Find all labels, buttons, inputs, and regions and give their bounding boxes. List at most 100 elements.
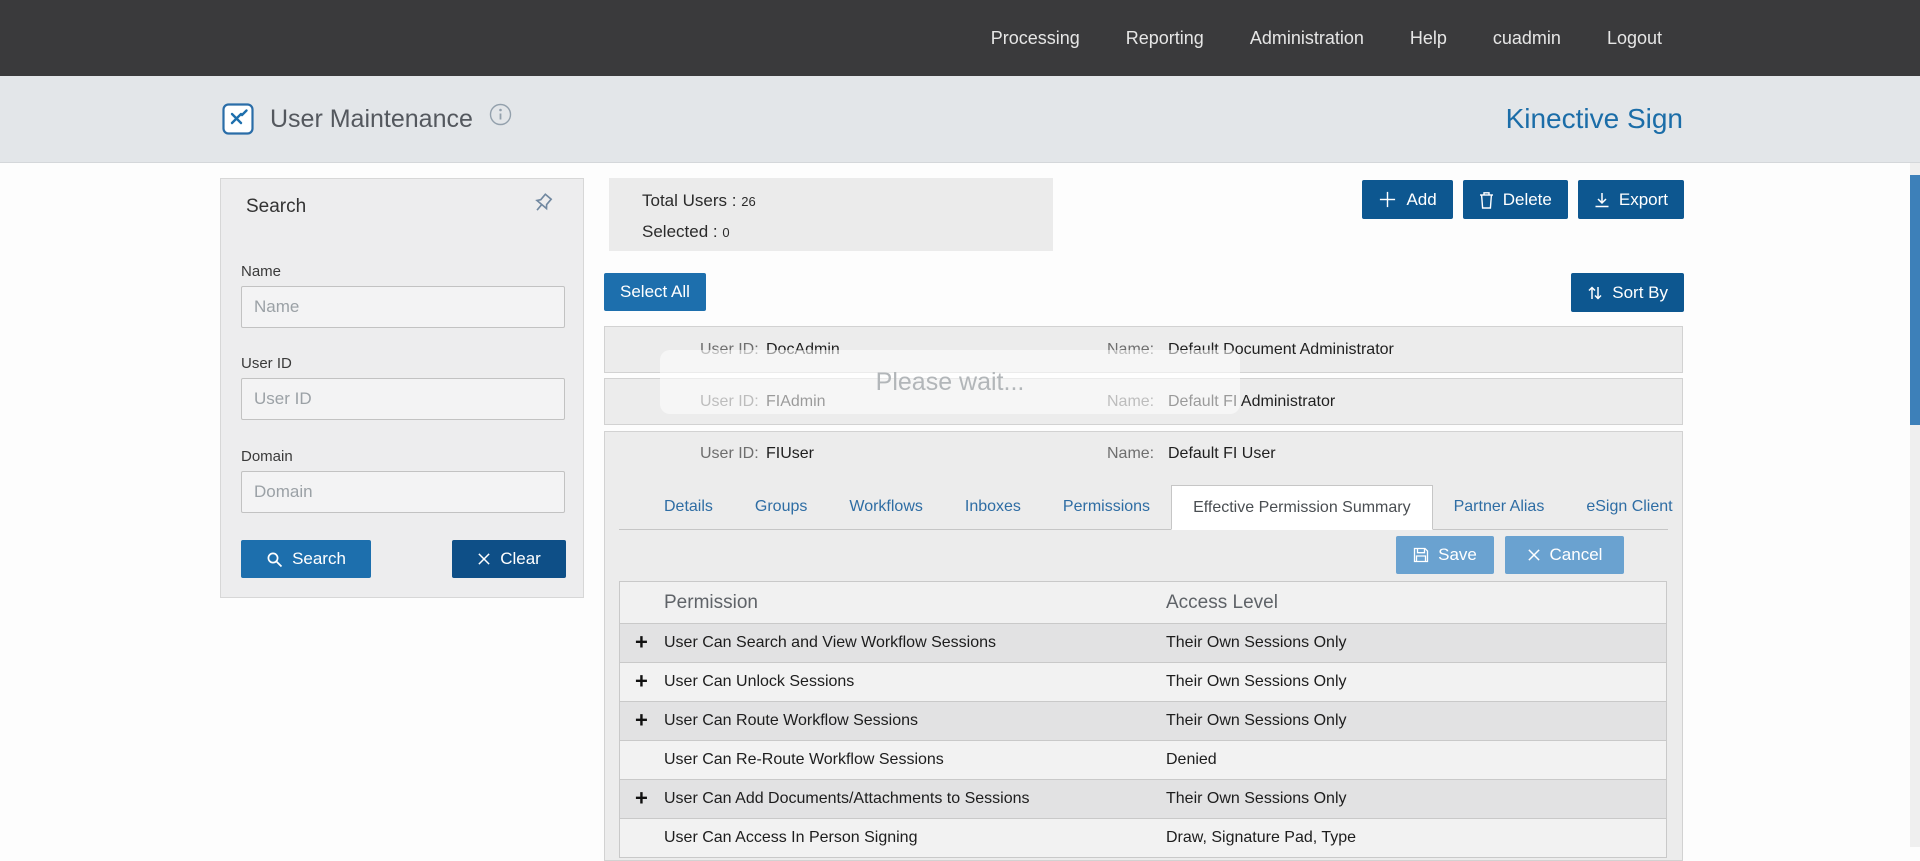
export-button[interactable]: Export: [1577, 180, 1684, 219]
add-button[interactable]: Add: [1362, 180, 1453, 219]
sort-by-label: Sort By: [1612, 282, 1668, 302]
export-button-label: Export: [1618, 189, 1668, 209]
domain-input[interactable]: [241, 471, 565, 513]
nav-processing[interactable]: Processing: [991, 28, 1080, 49]
total-users-label: Total Users :: [642, 191, 737, 210]
clear-button-label: Clear: [500, 549, 541, 568]
search-button[interactable]: Search: [241, 540, 371, 578]
expand-plus-icon[interactable]: +: [635, 670, 648, 693]
cancel-button[interactable]: Cancel: [1505, 536, 1624, 574]
permission-row[interactable]: + User Can Search and View Workflow Sess…: [619, 624, 1667, 663]
delete-button-label: Delete: [1502, 189, 1552, 209]
name-value: Default FI User: [1168, 445, 1276, 462]
top-navigation-bar: Processing Reporting Administration Help…: [0, 0, 1920, 76]
permissions-table-header: Permission Access Level: [619, 581, 1667, 624]
cancel-x-icon: [1527, 548, 1541, 562]
vertical-scrollbar[interactable]: [1910, 163, 1920, 847]
access-level: Their Own Sessions Only: [1166, 673, 1347, 690]
save-button-label: Save: [1438, 545, 1477, 564]
nav-reporting[interactable]: Reporting: [1126, 28, 1204, 49]
permission-row[interactable]: + User Can Unlock Sessions Their Own Ses…: [619, 663, 1667, 702]
tab-esign-client[interactable]: eSign Client: [1565, 485, 1693, 529]
expand-plus-icon[interactable]: +: [635, 631, 648, 654]
user-detail-panel: User ID: FIUser Name: Default FI User De…: [604, 431, 1683, 861]
selected-line: Selected : 0: [642, 217, 1053, 248]
delete-button[interactable]: Delete: [1462, 180, 1568, 219]
tab-permissions[interactable]: Permissions: [1042, 485, 1171, 529]
userid-input[interactable]: [241, 378, 565, 420]
permission-row[interactable]: + User Can Access In Person Signing Draw…: [619, 819, 1667, 858]
floppy-save-icon: [1413, 547, 1429, 563]
permission-column-header: Permission: [664, 591, 758, 613]
user-id-label: User ID:: [700, 445, 759, 462]
name-field-label: Name: [241, 263, 282, 280]
save-button[interactable]: Save: [1396, 536, 1494, 574]
nav-username[interactable]: cuadmin: [1493, 28, 1561, 49]
name-label: Name:: [1107, 445, 1155, 462]
add-button-label: Add: [1406, 189, 1437, 209]
please-wait-overlay: Please wait...: [660, 350, 1240, 414]
detail-tab-bar: Details Groups Workflows Inboxes Permiss…: [619, 485, 1673, 530]
search-button-label: Search: [292, 549, 346, 568]
name-input[interactable]: [241, 286, 565, 328]
access-level: Their Own Sessions Only: [1166, 712, 1347, 729]
access-level: Their Own Sessions Only: [1166, 634, 1347, 651]
permission-name: User Can Search and View Workflow Sessio…: [664, 634, 996, 651]
plus-icon: [1378, 190, 1397, 209]
pin-icon[interactable]: [531, 191, 555, 220]
permission-name: User Can Add Documents/Attachments to Se…: [664, 790, 1030, 807]
stats-box: Total Users : 26 Selected : 0: [609, 178, 1053, 251]
permissions-table: Permission Access Level + User Can Searc…: [619, 581, 1667, 858]
permission-row[interactable]: + User Can Route Workflow Sessions Their…: [619, 702, 1667, 741]
access-level: Draw, Signature Pad, Type: [1166, 829, 1357, 846]
tab-inboxes[interactable]: Inboxes: [944, 485, 1042, 529]
userid-field-label: User ID: [241, 355, 292, 372]
nav-logout[interactable]: Logout: [1607, 28, 1662, 49]
expand-plus-icon[interactable]: +: [635, 787, 648, 810]
permission-name: User Can Access In Person Signing: [664, 829, 918, 846]
sort-arrows-icon: [1587, 285, 1603, 301]
user-actions-toolbar: Add Delete Export: [1362, 180, 1684, 219]
scrollbar-thumb[interactable]: [1910, 175, 1920, 425]
user-id-value: FIUser: [766, 445, 814, 462]
permission-name: User Can Route Workflow Sessions: [664, 712, 919, 729]
info-icon[interactable]: [489, 103, 512, 126]
permission-row[interactable]: + User Can Add Documents/Attachments to …: [619, 780, 1667, 819]
permission-name: User Can Unlock Sessions: [664, 673, 855, 690]
brand-name: Kinective Sign: [1505, 103, 1683, 134]
access-level: Denied: [1166, 751, 1217, 768]
tab-groups[interactable]: Groups: [734, 485, 828, 529]
please-wait-text: Please wait...: [875, 367, 1025, 396]
total-users-value: 26: [741, 194, 756, 209]
sort-by-button[interactable]: Sort By: [1571, 273, 1684, 312]
app-logo-icon: [222, 103, 254, 135]
cancel-button-label: Cancel: [1549, 545, 1603, 564]
download-icon: [1594, 192, 1610, 208]
permission-row[interactable]: + User Can Re-Route Workflow Sessions De…: [619, 741, 1667, 780]
detail-actions: Save Cancel: [1396, 536, 1624, 574]
access-level-column-header: Access Level: [1166, 591, 1278, 613]
selected-value: 0: [722, 225, 730, 240]
permission-name: User Can Re-Route Workflow Sessions: [664, 751, 944, 768]
page-title: User Maintenance: [270, 104, 473, 133]
clear-button[interactable]: Clear: [452, 540, 566, 578]
search-icon: [266, 551, 283, 568]
page-header: User Maintenance Kinective Sign: [0, 76, 1920, 163]
nav-administration[interactable]: Administration: [1250, 28, 1364, 49]
tab-partner-alias[interactable]: Partner Alias: [1433, 485, 1566, 529]
selected-label: Selected :: [642, 222, 718, 241]
clear-x-icon: [477, 552, 491, 566]
search-panel-title: Search: [246, 196, 307, 217]
search-panel: Search Name User ID Domain Search Clear: [220, 178, 584, 598]
trash-icon: [1479, 191, 1494, 209]
tab-workflows[interactable]: Workflows: [828, 485, 944, 529]
tab-details[interactable]: Details: [643, 485, 734, 529]
select-all-label: Select All: [620, 282, 690, 301]
domain-field-label: Domain: [241, 448, 293, 465]
select-all-button[interactable]: Select All: [604, 273, 706, 311]
tab-effective-permission-summary[interactable]: Effective Permission Summary: [1171, 485, 1433, 530]
total-users-line: Total Users : 26: [642, 186, 1053, 217]
expand-plus-icon[interactable]: +: [635, 709, 648, 732]
access-level: Their Own Sessions Only: [1166, 790, 1347, 807]
nav-help[interactable]: Help: [1410, 28, 1447, 49]
